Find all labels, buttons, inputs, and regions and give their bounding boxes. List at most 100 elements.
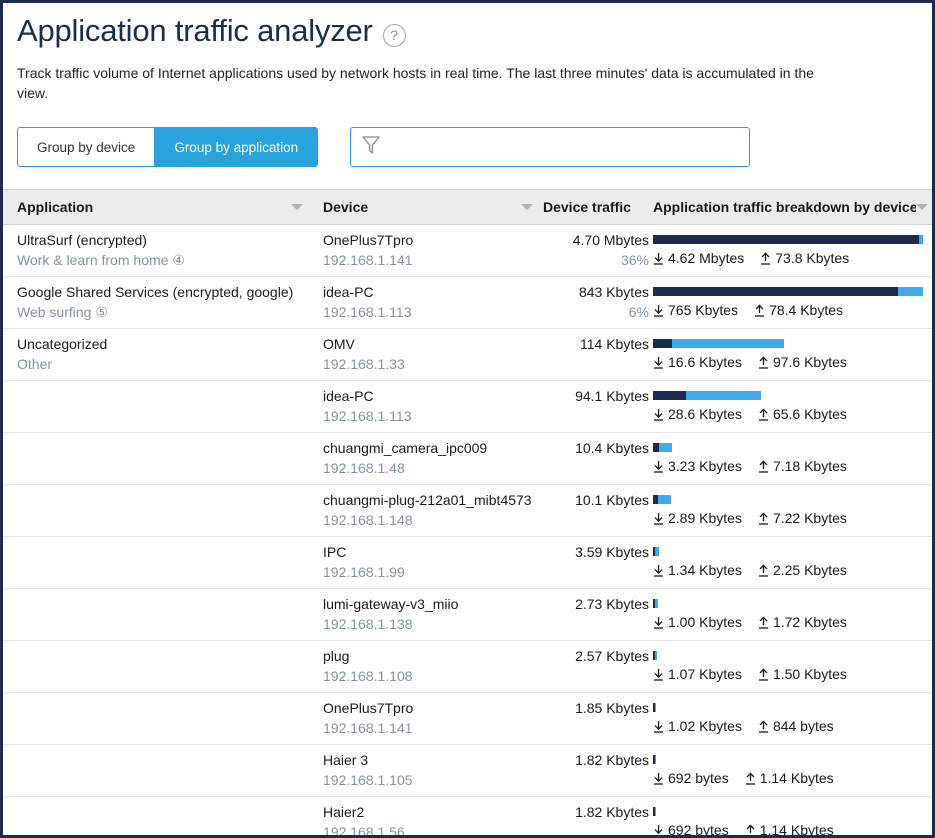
page-title: Application traffic analyzer <box>17 13 373 48</box>
application-category: Web surfing ⑤ <box>17 304 108 320</box>
cell-application <box>3 745 313 796</box>
device-ip[interactable]: 192.168.1.138 <box>323 614 543 634</box>
download-stat: 28.6 Kbytes <box>653 405 742 424</box>
upload-stat: 1.72 Kbytes <box>758 613 847 632</box>
cell-traffic-breakdown: 692 bytes 1.14 Kbytes <box>649 745 932 796</box>
breakdown-stats: 16.6 Kbytes 97.6 Kbytes <box>653 353 932 372</box>
table-row[interactable]: Haier2 192.168.1.56 1.82 Kbytes 692 bytes 1.… <box>3 797 932 838</box>
sort-caret-application-icon[interactable] <box>291 204 303 210</box>
upload-value: 73.8 Kbytes <box>775 250 850 266</box>
traffic-bar-upload-segment <box>672 339 784 348</box>
upload-arrow-icon <box>745 771 755 785</box>
breakdown-stats: 1.02 Kbytes 844 bytes <box>653 717 932 736</box>
title-row: Application traffic analyzer ? <box>17 11 918 51</box>
filter-input[interactable] <box>387 128 740 166</box>
page-description: Track traffic volume of Internet applica… <box>17 65 814 101</box>
device-ip[interactable]: 192.168.1.108 <box>323 666 543 686</box>
device-name: OMV <box>323 336 355 352</box>
device-ip[interactable]: 192.168.1.148 <box>323 510 543 530</box>
device-traffic-percent: 36% <box>620 252 649 268</box>
download-value: 692 bytes <box>668 822 729 838</box>
column-header-breakdown-label: Application traffic breakdown by device <box>653 199 916 215</box>
upload-value: 7.22 Kbytes <box>772 510 847 526</box>
device-name: chuangmi-plug-212a01_mibt4573 <box>323 492 532 508</box>
traffic-bar <box>653 235 923 244</box>
table-row[interactable]: chuangmi_camera_ipc009 192.168.1.48 10.4 K… <box>3 433 932 485</box>
column-header-application-label: Application <box>17 199 94 215</box>
device-ip[interactable]: 192.168.1.33 <box>323 354 543 374</box>
device-traffic-value: 1.85 Kbytes <box>575 700 649 716</box>
tab-group-by-device[interactable]: Group by device <box>17 127 156 167</box>
group-by-tab-group: Group by device Group by application <box>17 127 319 167</box>
table-row[interactable]: OnePlus7Tpro 192.168.1.141 1.85 Kbytes 1.02… <box>3 693 932 745</box>
device-ip[interactable]: 192.168.1.56 <box>323 822 543 835</box>
device-ip[interactable]: 192.168.1.105 <box>323 770 543 790</box>
download-stat: 16.6 Kbytes <box>653 353 742 372</box>
download-arrow-icon <box>654 824 663 835</box>
upload-arrow-icon <box>758 407 768 421</box>
upload-arrow-icon <box>755 303 765 317</box>
column-header-device-traffic[interactable]: Device traffic <box>543 190 649 224</box>
table-row[interactable]: plug 192.168.1.108 2.57 Kbytes 1.07 Kbytes 1… <box>3 641 932 693</box>
cell-traffic-breakdown: 692 bytes 1.14 Kbytes <box>649 797 932 838</box>
cell-traffic-breakdown: 1.02 Kbytes 844 bytes <box>649 693 932 744</box>
device-name: OnePlus7Tpro <box>323 232 414 248</box>
traffic-bar-upload-segment <box>654 755 656 764</box>
download-stat: 1.00 Kbytes <box>653 613 742 632</box>
cell-device-traffic: 2.73 Kbytes <box>543 589 649 640</box>
device-ip[interactable]: 192.168.1.48 <box>323 458 543 478</box>
breakdown-stats: 692 bytes 1.14 Kbytes <box>653 769 932 788</box>
table-row[interactable]: idea-PC 192.168.1.113 94.1 Kbytes 28.6 Kbyt… <box>3 381 932 433</box>
table-row[interactable]: UltraSurf (encrypted) Work & learn from h… <box>3 225 932 277</box>
table-row[interactable]: Google Shared Services (encrypted, googl… <box>3 277 932 329</box>
column-header-breakdown[interactable]: Application traffic breakdown by device <box>649 190 932 224</box>
device-traffic-value: 3.59 Kbytes <box>575 544 649 560</box>
device-ip[interactable]: 192.168.1.141 <box>323 718 543 738</box>
device-traffic-value: 10.1 Kbytes <box>575 492 649 508</box>
upload-value: 1.72 Kbytes <box>772 614 847 630</box>
upload-stat: 1.14 Kbytes <box>745 769 834 788</box>
device-name: IPC <box>323 544 347 560</box>
upload-stat: 65.6 Kbytes <box>758 405 847 424</box>
cell-device: IPC 192.168.1.99 <box>313 537 543 588</box>
table-row[interactable]: IPC 192.168.1.99 3.59 Kbytes 1.34 Kbytes 2.2… <box>3 537 932 589</box>
column-header-device[interactable]: Device <box>313 190 543 224</box>
sort-caret-breakdown-icon[interactable] <box>916 204 928 210</box>
tab-group-by-application[interactable]: Group by application <box>155 127 319 167</box>
cell-device-traffic: 10.4 Kbytes <box>543 433 649 484</box>
upload-value: 97.6 Kbytes <box>772 354 847 370</box>
download-value: 1.02 Kbytes <box>668 718 742 734</box>
upload-arrow-icon <box>758 615 768 629</box>
cell-device: Haier 3 192.168.1.105 <box>313 745 543 796</box>
download-stat: 765 Kbytes <box>653 301 738 320</box>
sort-caret-device-icon[interactable] <box>521 204 533 210</box>
table-header-row: Application Device Device traffic Applic… <box>3 189 932 225</box>
device-name: chuangmi_camera_ipc009 <box>323 440 488 456</box>
device-ip[interactable]: 192.168.1.141 <box>323 250 543 270</box>
device-name: lumi-gateway-v3_miio <box>323 596 459 612</box>
application-category: Other <box>17 356 53 372</box>
traffic-bar <box>653 287 923 296</box>
upload-arrow-icon <box>758 511 768 525</box>
question-circle-icon[interactable]: ? <box>382 23 406 47</box>
cell-device-traffic: 4.70 Mbytes 36% <box>543 225 649 276</box>
table-row[interactable]: Haier 3 192.168.1.105 1.82 Kbytes 692 bytes… <box>3 745 932 797</box>
device-ip[interactable]: 192.168.1.99 <box>323 562 543 582</box>
table-row[interactable]: Uncategorized Other OMV 192.168.1.33 114 Kby… <box>3 329 932 381</box>
device-traffic-value: 2.73 Kbytes <box>575 596 649 612</box>
upload-arrow-icon <box>758 459 768 473</box>
table-row[interactable]: chuangmi-plug-212a01_mibt4573 192.168.1.1… <box>3 485 932 537</box>
device-ip[interactable]: 192.168.1.113 <box>323 406 543 426</box>
upload-stat: 73.8 Kbytes <box>760 249 849 268</box>
device-traffic-value: 114 Kbytes <box>579 336 649 352</box>
table-row[interactable]: lumi-gateway-v3_miio 192.168.1.138 2.73 Kb… <box>3 589 932 641</box>
device-ip[interactable]: 192.168.1.113 <box>323 302 543 322</box>
filter-box[interactable] <box>350 127 751 167</box>
traffic-bar <box>653 703 923 712</box>
upload-stat: 78.4 Kbytes <box>754 301 843 320</box>
download-stat: 3.23 Kbytes <box>653 457 742 476</box>
traffic-bar <box>653 339 923 348</box>
upload-value: 2.25 Kbytes <box>772 562 847 578</box>
column-header-application[interactable]: Application <box>3 190 313 224</box>
cell-traffic-breakdown: 1.00 Kbytes 1.72 Kbytes <box>649 589 932 640</box>
